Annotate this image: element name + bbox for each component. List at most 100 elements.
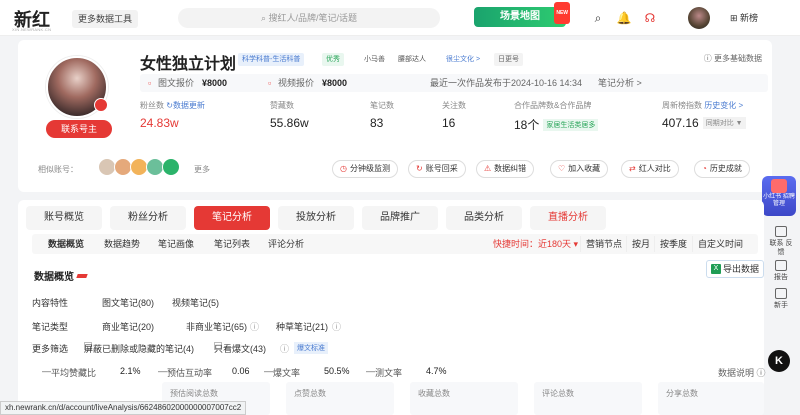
similar-account-avatar[interactable]: [162, 158, 180, 176]
rank-stat: 周新榜指数 历史变化 > 407.16 同期对比 ▼: [662, 100, 746, 130]
report-label: 报告: [774, 274, 788, 281]
brand-tag: 家居生活类居多: [543, 119, 599, 131]
title-decoration: [76, 274, 88, 278]
search-input[interactable]: ⌕ 搜红人/品牌/笔记/话题: [178, 8, 440, 28]
range-marketing-node[interactable]: 营销节点: [580, 236, 627, 252]
filter-seeding[interactable]: 种草笔记(21): [276, 320, 328, 333]
notes-label: 笔记数: [370, 101, 394, 110]
tab-placement-analysis[interactable]: 投放分析: [278, 206, 354, 230]
refresh-icon: ↻: [416, 164, 423, 173]
newbie-button[interactable]: 新手: [768, 288, 794, 310]
brand-stat: 合作品牌数&合作品牌 18个 家居生活类居多: [514, 100, 599, 133]
top-bar: 新红 XIN.NEWRANK.CN 更多数据工具 ⌕ 搜红人/品牌/笔记/话题 …: [0, 0, 800, 36]
notes-analysis-link[interactable]: 笔记分析 >: [598, 74, 642, 92]
total-collects-box: 收藏总数: [410, 382, 518, 415]
quick-time-label: 快捷时间：: [493, 239, 539, 249]
section-title: 数据概览: [34, 268, 88, 283]
range-by-quarter[interactable]: 按季度: [654, 236, 692, 252]
content-label: 内容特性: [32, 298, 69, 308]
add-favorite-button[interactable]: ♡ 加入收藏: [550, 160, 609, 178]
compare-icon: ⇄: [629, 164, 636, 173]
metric-hit-rate: — 爆文率: [264, 366, 301, 378]
headset-icon[interactable]: ☊: [641, 9, 659, 27]
subtab-data-overview[interactable]: 数据概览: [48, 234, 84, 254]
more-tools-button[interactable]: 更多数据工具: [72, 10, 139, 28]
subtab-comment-analysis[interactable]: 评论分析: [268, 234, 304, 254]
bell-icon[interactable]: 🔔: [615, 9, 633, 27]
account-avatar: [46, 56, 108, 118]
report-button[interactable]: 报告: [768, 260, 794, 282]
metric-value: 2.1%: [120, 366, 141, 376]
tab-fans-analysis[interactable]: 粉丝分析: [110, 206, 186, 230]
filter-image-notes[interactable]: 图文笔记(80): [102, 296, 154, 309]
range-custom[interactable]: 自定义时间: [692, 236, 748, 252]
user-avatar[interactable]: [688, 7, 710, 29]
newlist-label: 新榜: [740, 13, 759, 23]
hits-standard-link[interactable]: 爆文标准: [294, 342, 328, 354]
data-description-link[interactable]: 数据说明 ⓘ: [718, 366, 766, 379]
gift-icon: [771, 179, 787, 193]
price-row: ▫ 图文报价 ¥8000 ▫ 视频报价 ¥8000 最近一次作品发布于2024-…: [140, 74, 768, 92]
tab-account-overview[interactable]: 账号概览: [26, 206, 102, 230]
filter-commercial[interactable]: 商业笔记(20): [102, 320, 154, 333]
metric-label: 测文率: [375, 368, 403, 378]
search-placeholder: 搜红人/品牌/笔记/话题: [268, 13, 358, 23]
newlist-link[interactable]: ⊞ 新榜: [730, 11, 758, 24]
filter-non-commercial[interactable]: 非商业笔记(65): [186, 320, 247, 333]
recruit-badge-label: 小红书 招聘管理: [763, 194, 795, 207]
similar-more-link[interactable]: 更多: [194, 164, 210, 175]
recruit-badge[interactable]: 小红书 招聘管理: [762, 176, 796, 216]
filter-video-notes[interactable]: 视频笔记(5): [172, 296, 219, 309]
more-basic-data-label: 更多基础数据: [714, 54, 762, 63]
history-achievement-button[interactable]: ◔ 历史成就: [694, 160, 750, 178]
minute-monitor-button[interactable]: ◷ 分钟级监测: [332, 160, 398, 178]
account-recollect-button[interactable]: ↻ 账号回采: [408, 160, 466, 178]
more-basic-data-link[interactable]: ⓘ 更多基础数据: [704, 53, 762, 64]
subtab-data-trend[interactable]: 数据趋势: [104, 234, 140, 254]
metric-value: 4.7%: [426, 366, 447, 376]
range-by-month[interactable]: 按月: [626, 236, 655, 252]
person-icon: [94, 98, 108, 112]
last-post-time: 最近一次作品发布于2024-10-16 14:34: [430, 78, 583, 88]
scene-map-button[interactable]: 场景地图 NEW: [474, 2, 570, 27]
info-icon: ⓘ: [703, 54, 714, 63]
data-update-label: 数据更新: [172, 101, 205, 110]
help-icon[interactable]: ⓘ: [280, 342, 289, 355]
follow-label: 关注数: [442, 101, 466, 110]
subtab-notes-list[interactable]: 笔记列表: [214, 234, 250, 254]
fans-label: 粉丝数: [140, 101, 164, 110]
tab-notes-analysis[interactable]: 笔记分析: [194, 206, 270, 230]
quick-time-select[interactable]: 快捷时间：近180天 ▾: [488, 236, 583, 252]
k-logo-icon[interactable]: K: [768, 350, 790, 372]
feedback-button[interactable]: 联系 反馈: [768, 226, 794, 257]
history-achievement-label: 历史成就: [709, 164, 742, 173]
video-icon: ▫: [268, 78, 272, 88]
help-icon[interactable]: ⓘ: [332, 320, 341, 333]
chat-icon: [775, 226, 787, 237]
export-data-button[interactable]: X 导出数据: [706, 260, 764, 278]
history-change-link[interactable]: 历史变化 >: [704, 101, 743, 110]
category-tag[interactable]: 科学科普-生活科普: [238, 53, 305, 66]
video-price-value: ¥8000: [322, 78, 348, 88]
compare-button[interactable]: ⇄ 红人对比: [621, 160, 679, 178]
warning-icon: ⚠: [484, 164, 492, 173]
follow-stat: 关注数 16: [442, 100, 466, 130]
section-title-text: 数据概览: [34, 272, 74, 283]
tab-live-analysis[interactable]: 直播分析: [530, 206, 606, 230]
rank-value: 407.16: [662, 116, 699, 130]
similar-accounts-label: 相似账号：: [38, 165, 78, 174]
trophy-icon: ◔: [702, 164, 707, 173]
clock-icon: ◷: [340, 164, 347, 173]
mcn-link[interactable]: 很尘文化 >: [442, 53, 485, 66]
tab-category-analysis[interactable]: 品类分析: [446, 206, 522, 230]
search-icon[interactable]: ⌕: [589, 9, 607, 27]
help-icon[interactable]: ⓘ: [250, 320, 259, 333]
data-update-link[interactable]: ↻数据更新: [166, 101, 205, 110]
tab-brand-promotion[interactable]: 品牌推广: [362, 206, 438, 230]
rank-compare: 同期对比 ▼: [702, 117, 746, 129]
contact-owner-button[interactable]: 联系号主: [46, 120, 112, 138]
newbie-label: 新手: [774, 302, 788, 309]
subtab-notes-portrait[interactable]: 笔记画像: [158, 234, 194, 254]
metric-label: 预估互动率: [167, 368, 213, 378]
data-correction-button[interactable]: ⚠ 数据纠错: [476, 160, 535, 178]
